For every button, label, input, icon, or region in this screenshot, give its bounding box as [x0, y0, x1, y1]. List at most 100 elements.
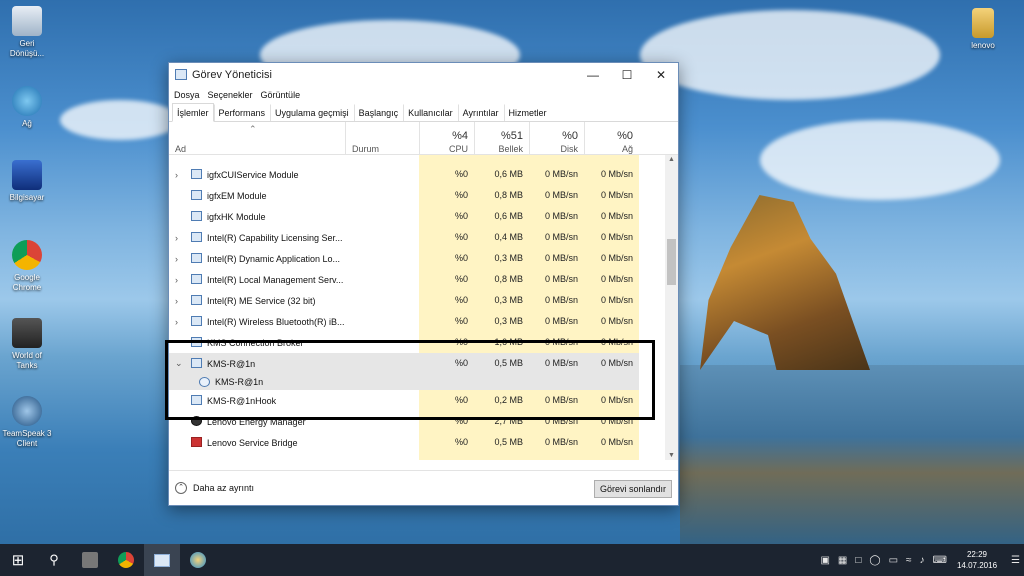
- disk-value: 0 MB/sn: [529, 185, 584, 206]
- table-row[interactable]: › Intel(R) Dynamic Application Lo... %0 …: [169, 248, 639, 269]
- table-row[interactable]: › Intel(R) ME Service (32 bit) %0 0,3 MB…: [169, 290, 639, 311]
- taskbar-world-of-tanks[interactable]: [72, 544, 108, 576]
- taskbar-chrome[interactable]: [108, 544, 144, 576]
- minimize-button[interactable]: —: [576, 63, 610, 86]
- table-row[interactable]: › Intel(R) Wireless Bluetooth(R) iB... %…: [169, 311, 639, 332]
- window-title: Görev Yöneticisi: [192, 68, 272, 81]
- start-button[interactable]: ⊞: [0, 544, 36, 576]
- task-manager-icon: [175, 69, 187, 80]
- tab-performance[interactable]: Performans: [213, 104, 271, 121]
- clock[interactable]: 22:29 14.07.2016: [957, 549, 997, 571]
- desktop-icon-teamspeak[interactable]: TeamSpeak 3 Client: [2, 396, 52, 449]
- wifi-icon[interactable]: ≈: [906, 555, 912, 566]
- tab-strip: İşlemler Performans Uygulama geçmişi Baş…: [169, 103, 678, 122]
- column-status[interactable]: Durum: [345, 122, 419, 155]
- battery-manager-icon[interactable]: ▣: [820, 555, 829, 566]
- process-name: Intel(R) Wireless Bluetooth(R) iB...: [207, 316, 345, 327]
- expand-chevron-icon[interactable]: ›: [175, 254, 178, 264]
- notification-square-icon[interactable]: □: [855, 555, 861, 566]
- tab-details[interactable]: Ayrıntılar: [457, 104, 504, 121]
- memory-value: 0,3 MB: [474, 248, 529, 269]
- menu-view[interactable]: Görüntüle: [261, 90, 301, 100]
- tab-processes[interactable]: İşlemler: [172, 103, 214, 122]
- camera-icon[interactable]: ◯: [869, 555, 880, 566]
- desktop-icon-label: TeamSpeak 3 Client: [2, 429, 52, 448]
- process-icon: [191, 295, 202, 305]
- taskbar-task-manager[interactable]: [144, 544, 180, 576]
- volume-icon[interactable]: ♪: [920, 555, 925, 566]
- menu-options[interactable]: Seçenekler: [208, 90, 253, 100]
- expand-chevron-icon[interactable]: ›: [175, 317, 178, 327]
- memory-value: 0,8 MB: [474, 185, 529, 206]
- process-name: Intel(R) Capability Licensing Ser...: [207, 232, 343, 243]
- fewer-details-link[interactable]: ⌃ Daha az ayrıntı: [175, 482, 254, 494]
- column-cpu[interactable]: %4 CPU: [419, 122, 474, 155]
- task-manager-window: Görev Yöneticisi — ☐ ✕ Dosya Seçenekler …: [168, 62, 679, 506]
- column-disk[interactable]: %0 Disk: [529, 122, 584, 155]
- clock-time: 22:29: [966, 550, 988, 559]
- expand-chevron-icon[interactable]: ›: [175, 233, 178, 243]
- cpu-value: %0: [419, 206, 474, 227]
- title-bar[interactable]: Görev Yöneticisi — ☐ ✕: [169, 63, 678, 86]
- desktop-icon-lenovo[interactable]: lenovo: [958, 8, 1008, 51]
- folder-icon: [972, 8, 994, 38]
- column-network[interactable]: %0 Ağ: [584, 122, 639, 155]
- sea-background: [680, 365, 1024, 545]
- memory-value: 0,6 MB: [474, 164, 529, 185]
- process-name: Intel(R) Dynamic Application Lo...: [207, 253, 341, 264]
- table-row[interactable]: › igfxCUIService Module %0 0,6 MB 0 MB/s…: [169, 164, 639, 185]
- memory-value: 0,6 MB: [474, 206, 529, 227]
- desktop-icon-chrome[interactable]: Google Chrome: [2, 240, 52, 293]
- process-name: Lenovo Service Bridge: [207, 437, 298, 448]
- cpu-value: %0: [419, 227, 474, 248]
- taskbar-app[interactable]: [180, 544, 216, 576]
- table-row[interactable]: [169, 155, 639, 164]
- scroll-up-icon[interactable]: ▲: [665, 156, 678, 163]
- table-row[interactable]: › Intel(R) Local Management Serv... %0 0…: [169, 269, 639, 290]
- table-row[interactable]: Lenovo Service Bridge %0 0,5 MB 0 MB/sn …: [169, 432, 639, 453]
- tab-app-history[interactable]: Uygulama geçmişi: [270, 104, 354, 121]
- task-manager-icon: [154, 553, 170, 567]
- table-row[interactable]: igfxEM Module %0 0,8 MB 0 MB/sn 0 Mb/sn: [169, 185, 639, 206]
- scroll-down-icon[interactable]: ▼: [665, 452, 678, 459]
- scrollbar-thumb[interactable]: [667, 239, 676, 285]
- table-row[interactable]: › Intel(R) Capability Licensing Ser... %…: [169, 227, 639, 248]
- close-button[interactable]: ✕: [644, 63, 678, 86]
- tab-services[interactable]: Hizmetler: [503, 104, 552, 121]
- memory-value: 0,8 MB: [474, 269, 529, 290]
- desktop-icon-label: lenovo: [971, 41, 995, 50]
- desktop-icon-world-of-tanks[interactable]: World of Tanks: [2, 318, 52, 371]
- process-name: Intel(R) ME Service (32 bit): [207, 295, 316, 306]
- network-icon: [12, 86, 42, 116]
- search-button[interactable]: ⚲: [36, 544, 72, 576]
- expand-chevron-icon[interactable]: ›: [175, 170, 178, 180]
- search-icon: ⚲: [49, 552, 59, 567]
- disk-value: 0 MB/sn: [529, 432, 584, 453]
- table-row[interactable]: [169, 453, 639, 460]
- tab-startup[interactable]: Başlangıç: [353, 104, 404, 121]
- vertical-scrollbar[interactable]: ▲ ▼: [665, 155, 678, 460]
- process-icon: [191, 232, 202, 242]
- expand-chevron-icon[interactable]: ›: [175, 296, 178, 306]
- table-row[interactable]: igfxHK Module %0 0,6 MB 0 MB/sn 0 Mb/sn: [169, 206, 639, 227]
- desktop-icon-network[interactable]: Ağ: [2, 86, 52, 129]
- desktop-icon-computer[interactable]: Bilgisayar: [2, 160, 52, 203]
- column-name[interactable]: Ad: [169, 122, 345, 155]
- taskbar: ⊞ ⚲ ▣ ▦ □ ◯ ▭ ≈ ♪ ⌨ 22:29 14.07.2016 ☰: [0, 544, 1024, 576]
- grid-icon[interactable]: ▦: [838, 555, 847, 566]
- battery-icon[interactable]: ▭: [889, 555, 898, 566]
- process-icon: [191, 169, 202, 179]
- world-of-tanks-icon: [82, 552, 98, 568]
- keyboard-icon[interactable]: ⌨: [933, 555, 947, 566]
- desktop-icon-label: World of Tanks: [12, 351, 42, 370]
- maximize-button[interactable]: ☐: [610, 63, 644, 86]
- desktop-icon-recycle-bin[interactable]: Geri Dönüşü...: [2, 6, 52, 59]
- end-task-button[interactable]: Görevi sonlandır: [593, 480, 672, 498]
- action-center-icon[interactable]: ☰: [1011, 555, 1020, 566]
- disk-value: 0 MB/sn: [529, 206, 584, 227]
- column-memory[interactable]: %51 Bellek: [474, 122, 529, 155]
- expand-chevron-icon[interactable]: ›: [175, 275, 178, 285]
- menu-file[interactable]: Dosya: [174, 90, 200, 100]
- lenovo-bridge-icon: [191, 437, 202, 447]
- tab-users[interactable]: Kullanıcılar: [403, 104, 458, 121]
